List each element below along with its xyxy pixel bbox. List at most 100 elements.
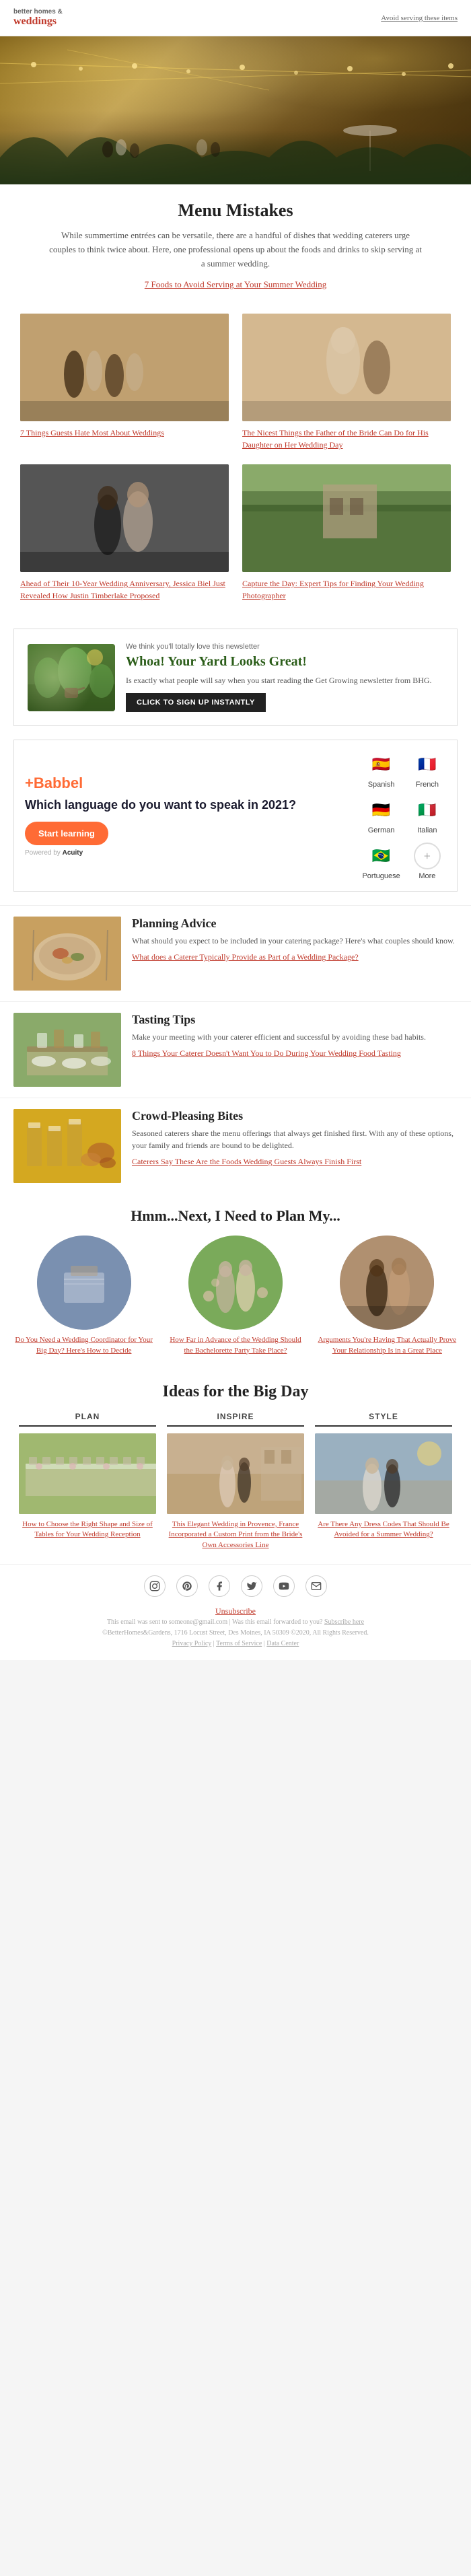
plan-item-2: How Far in Advance of the Wedding Should… [165,1236,305,1356]
promo-garden-svg [28,644,115,711]
lang-portuguese[interactable]: 🇧🇷 Portuguese [362,843,400,880]
content-row-crowd: Crowd-Pleasing Bites Seasoned caterers s… [0,1098,471,1194]
instagram-icon[interactable] [144,1575,166,1597]
ad-right: 🇪🇸 Spanish 🇫🇷 French 🇩🇪 German 🇮🇹 Italia… [362,751,446,880]
lang-french-label: French [416,781,439,789]
menu-mistakes-link[interactable]: 7 Foods to Avoid Serving at Your Summer … [145,279,326,289]
big-day-plan-link[interactable]: How to Choose the Right Shape and Size o… [19,1519,156,1540]
article-link-2[interactable]: The Nicest Things the Father of the Brid… [242,428,429,450]
plan-link-3[interactable]: Arguments You're Having That Actually Pr… [317,1335,458,1356]
big-day-inspire-link[interactable]: This Elegant Wedding in Provence, France… [167,1519,304,1550]
header: better homes & weddings Avoid serving th… [0,0,471,36]
flag-spanish: 🇪🇸 [368,751,395,778]
article-thumb-4 [242,464,451,572]
flag-french: 🇫🇷 [414,751,441,778]
plan-grid: Do You Need a Wedding Coordinator for Yo… [13,1236,458,1356]
big-day-plan-heading: PLAN [19,1412,156,1427]
bd-style-svg [315,1433,452,1514]
lang-spanish-label: Spanish [368,781,395,789]
article-thumb-3 [20,464,229,572]
social-icons [13,1575,458,1597]
menu-mistakes-body: While summertime entrées can be versatil… [47,229,424,271]
big-day-title: Ideas for the Big Day [13,1383,458,1401]
promo-image [28,644,115,711]
email-icon[interactable] [305,1575,327,1597]
big-day-plan-thumb [19,1433,156,1514]
crowd-img-svg [13,1109,121,1183]
more-circle: + [414,843,441,869]
facebook-icon[interactable] [209,1575,230,1597]
twitter-icon[interactable] [241,1575,262,1597]
email-container: better homes & weddings Avoid serving th… [0,0,471,1660]
article-img-svg-4 [242,464,451,572]
footer-line2: ©BetterHomes&Gardens, 1716 Locust Street… [102,1629,369,1637]
big-day-cols: PLAN [13,1412,458,1550]
privacy-link[interactable]: Privacy Policy [172,1640,212,1647]
plan-item-1: Do You Need a Wedding Coordinator for Yo… [13,1236,154,1356]
lang-more[interactable]: + More [408,843,446,880]
article-img-svg-3 [20,464,229,572]
big-day-style-heading: STYLE [315,1412,452,1427]
plan-circle-3 [340,1236,434,1330]
planning-thumb [13,917,121,991]
article-card-4: Capture the Day: Expert Tips for Finding… [236,458,458,608]
crowd-body: Seasoned caterers share the menu offerin… [132,1127,458,1151]
crowd-link[interactable]: Caterers Say These Are the Foods Wedding… [132,1157,361,1166]
ad-start-button[interactable]: Start learning [25,822,108,845]
footer-line1: This email was sent to someone@gmail.com… [107,1618,324,1626]
next-plan-section: Hmm...Next, I Need to Plan My... Do You … [0,1194,471,1369]
article-link-4[interactable]: Capture the Day: Expert Tips for Finding… [242,579,424,600]
planning-link[interactable]: What does a Caterer Typically Provide as… [132,952,359,962]
terms-link[interactable]: Terms of Service [216,1640,262,1647]
article-card-3: Ahead of Their 10-Year Wedding Anniversa… [13,458,236,608]
planning-img-svg [13,917,121,991]
ad-logo: +Babbel [25,775,351,792]
promo-content: We think you'll totally love this newsle… [126,643,443,712]
crowd-text: Crowd-Pleasing Bites Seasoned caterers s… [132,1109,458,1168]
data-link[interactable]: Data Center [266,1640,299,1647]
pinterest-icon[interactable] [176,1575,198,1597]
article-link-3[interactable]: Ahead of Their 10-Year Wedding Anniversa… [20,579,225,600]
article-thumb-1 [20,314,229,421]
big-day-inspire-thumb [167,1433,304,1514]
bd-inspire-svg [167,1433,304,1514]
promo-tagline: We think you'll totally love this newsle… [126,643,443,651]
promo-signup-button[interactable]: CLICK TO SIGN UP INSTANTLY [126,693,266,712]
big-day-col-plan: PLAN [13,1412,161,1550]
lang-italian-label: Italian [417,826,437,834]
ad-left: +Babbel Which language do you want to sp… [25,775,351,856]
plan-link-1[interactable]: Do You Need a Wedding Coordinator for Yo… [13,1335,154,1356]
tasting-link[interactable]: 8 Things Your Caterer Doesn't Want You t… [132,1048,401,1058]
hero-lights-svg [0,36,471,184]
big-day-style-thumb [315,1433,452,1514]
footer-subscribe-link[interactable]: Subscribe here [324,1618,364,1626]
lang-italian[interactable]: 🇮🇹 Italian [408,797,446,834]
lang-more-label: More [419,872,435,880]
plan-link-2[interactable]: How Far in Advance of the Wedding Should… [165,1335,305,1356]
article-img-svg-1 [20,314,229,421]
youtube-icon[interactable] [273,1575,295,1597]
big-day-inspire-heading: INSPIRE [167,1412,304,1427]
unsubscribe-link[interactable]: Unsubscribe [215,1606,256,1616]
promo-body: Is exactly what people will say when you… [126,675,443,686]
logo-brand: weddings [13,15,57,27]
flag-portuguese: 🇧🇷 [368,843,395,869]
lang-german[interactable]: 🇩🇪 German [362,797,400,834]
big-day-col-style: STYLE Are There Any Dr [310,1412,458,1550]
crowd-thumb [13,1109,121,1183]
social-footer: Unsubscribe This email was sent to someo… [0,1564,471,1660]
plan-img-svg-1 [37,1236,131,1330]
bd-plan-svg [19,1433,156,1514]
flag-italian: 🇮🇹 [414,797,441,824]
article-thumb-2 [242,314,451,421]
article-link-1[interactable]: 7 Things Guests Hate Most About Weddings [20,428,164,437]
lang-german-label: German [368,826,395,834]
ad-powered: Powered by Acuity [25,849,351,857]
lang-spanish[interactable]: 🇪🇸 Spanish [362,751,400,789]
menu-mistakes-section: Menu Mistakes While summertime entrées c… [0,184,471,307]
avoid-link[interactable]: Avoid serving these items [381,14,458,22]
big-day-style-link[interactable]: Are There Any Dress Codes That Should Be… [315,1519,452,1540]
lang-french[interactable]: 🇫🇷 French [408,751,446,789]
tasting-thumb [13,1013,121,1087]
tasting-title: Tasting Tips [132,1013,426,1027]
